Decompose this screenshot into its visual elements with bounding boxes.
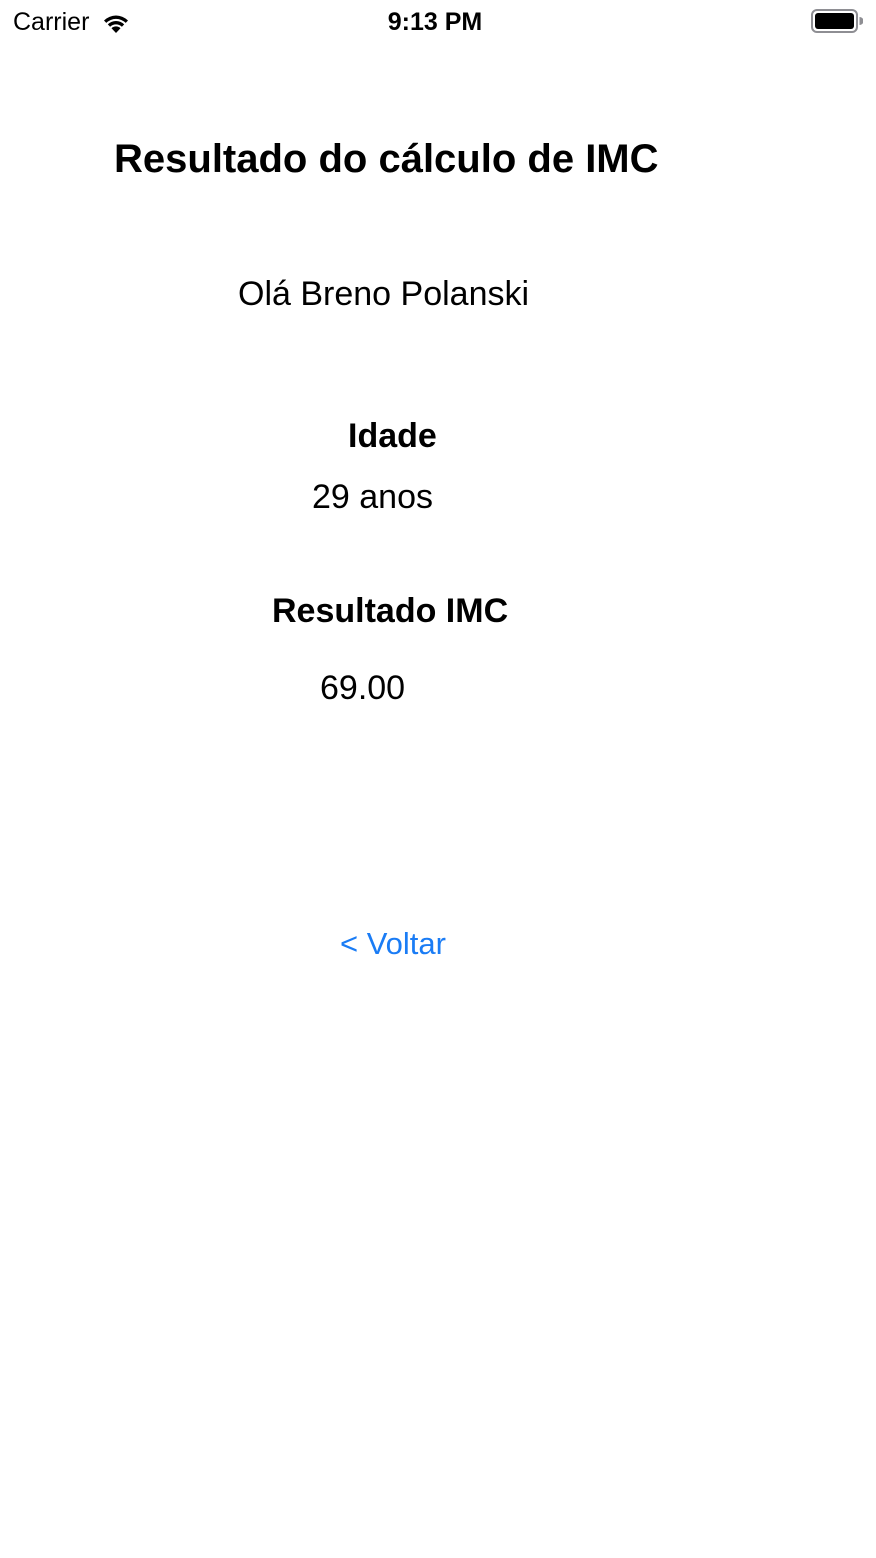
page-title: Resultado do cálculo de IMC	[114, 137, 659, 181]
battery-full-icon	[811, 9, 864, 33]
imc-result-label: Resultado IMC	[272, 592, 509, 630]
imc-result-value: 69.00	[320, 669, 406, 707]
age-label: Idade	[348, 417, 437, 455]
status-bar: Carrier 9:13 PM	[0, 0, 876, 44]
status-time: 9:13 PM	[387, 8, 483, 36]
age-value: 29 anos	[312, 478, 433, 516]
back-button[interactable]: < Voltar	[340, 923, 446, 965]
greeting-text: Olá Breno Polanski	[238, 275, 530, 313]
